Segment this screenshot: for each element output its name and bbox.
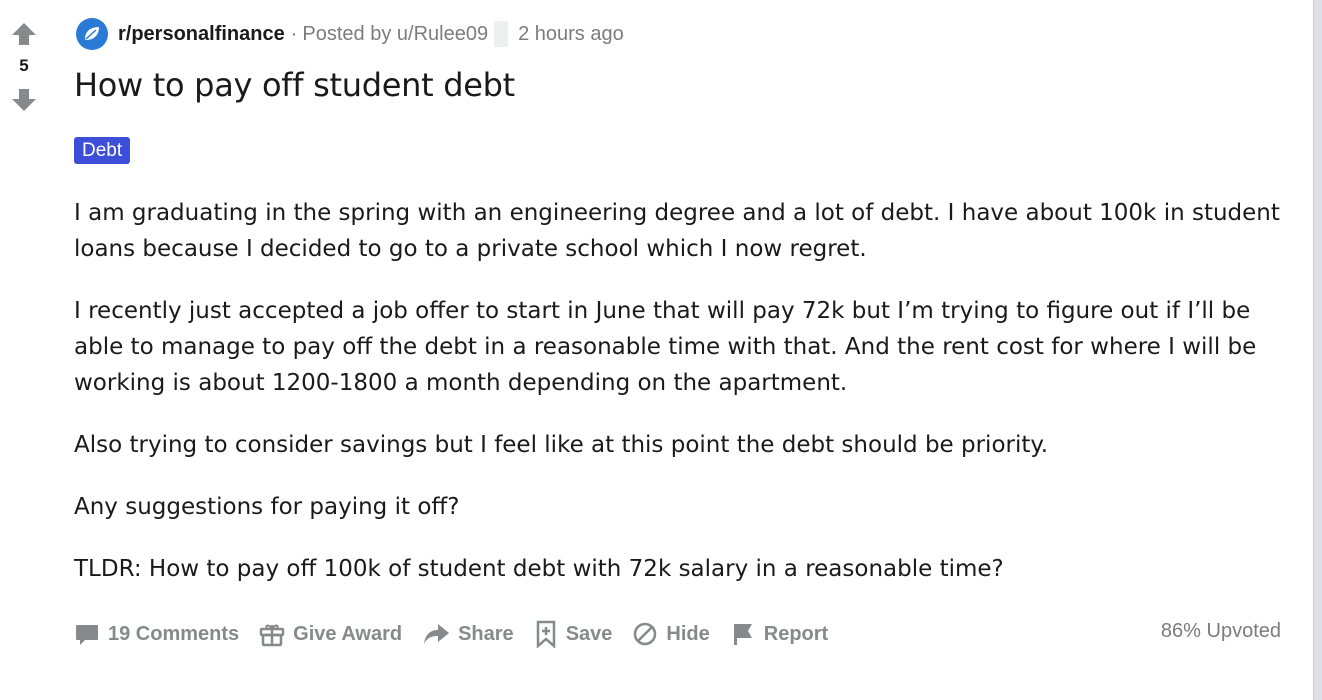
post-header: r/personalfinance · Posted by u/Rulee09 … — [76, 18, 624, 50]
give-award-label: Give Award — [293, 622, 403, 645]
share-arrow-icon — [424, 624, 450, 644]
post-paragraph: I recently just accepted a job offer to … — [74, 298, 1257, 396]
share-label: Share — [458, 622, 514, 645]
post-paragraph: Also trying to consider savings but I fe… — [74, 432, 1049, 458]
post-actions: 19 Comments Give Award Share Save Hide R… — [74, 614, 848, 654]
gift-icon — [259, 624, 285, 647]
comments-label: 19 Comments — [108, 622, 240, 645]
comment-bubble-icon — [76, 625, 98, 645]
downvote-arrow-icon — [12, 89, 36, 111]
user-flair-placeholder — [494, 21, 509, 47]
post-card: 5 r/personalfinance · Posted by u/Rulee0… — [0, 0, 1314, 700]
save-label: Save — [565, 622, 613, 645]
posted-by[interactable]: Posted by u/Rulee09 — [302, 23, 488, 46]
subreddit-leaf-icon — [85, 27, 99, 40]
vote-score: 5 — [19, 56, 29, 75]
subreddit-link[interactable]: r/personalfinance — [118, 23, 285, 46]
post-timestamp[interactable]: 2 hours ago — [518, 23, 624, 46]
downvote-button[interactable] — [10, 86, 38, 114]
post-title[interactable]: How to pay off student debt — [74, 66, 515, 104]
report-label: Report — [763, 622, 829, 645]
flag-icon — [733, 624, 752, 645]
hide-label: Hide — [666, 622, 710, 645]
hide-button[interactable]: Hide — [632, 621, 710, 647]
share-button[interactable]: Share — [422, 621, 514, 647]
post-paragraph: Any suggestions for paying it off? — [74, 494, 460, 520]
post-paragraph: I am graduating in the spring with an en… — [74, 200, 1280, 262]
hide-circle-slash-icon — [634, 622, 657, 646]
post-body: I am graduating in the spring with an en… — [74, 195, 1294, 613]
post-flair[interactable]: Debt — [74, 137, 131, 164]
upvote-arrow-icon — [12, 23, 36, 45]
post-paragraph: TLDR: How to pay off 100k of student deb… — [74, 556, 1004, 582]
upvote-ratio: 86% Upvoted — [1160, 620, 1281, 642]
save-button[interactable]: Save — [534, 620, 613, 648]
subreddit-avatar[interactable] — [76, 18, 108, 50]
upvote-button[interactable] — [10, 20, 38, 48]
give-award-button[interactable]: Give Award — [259, 621, 402, 647]
report-button[interactable]: Report — [730, 621, 828, 647]
bookmark-plus-icon — [536, 620, 555, 648]
comments-button[interactable]: 19 Comments — [74, 621, 239, 647]
header-separator: · — [290, 22, 298, 45]
vote-column: 5 — [0, 20, 48, 114]
